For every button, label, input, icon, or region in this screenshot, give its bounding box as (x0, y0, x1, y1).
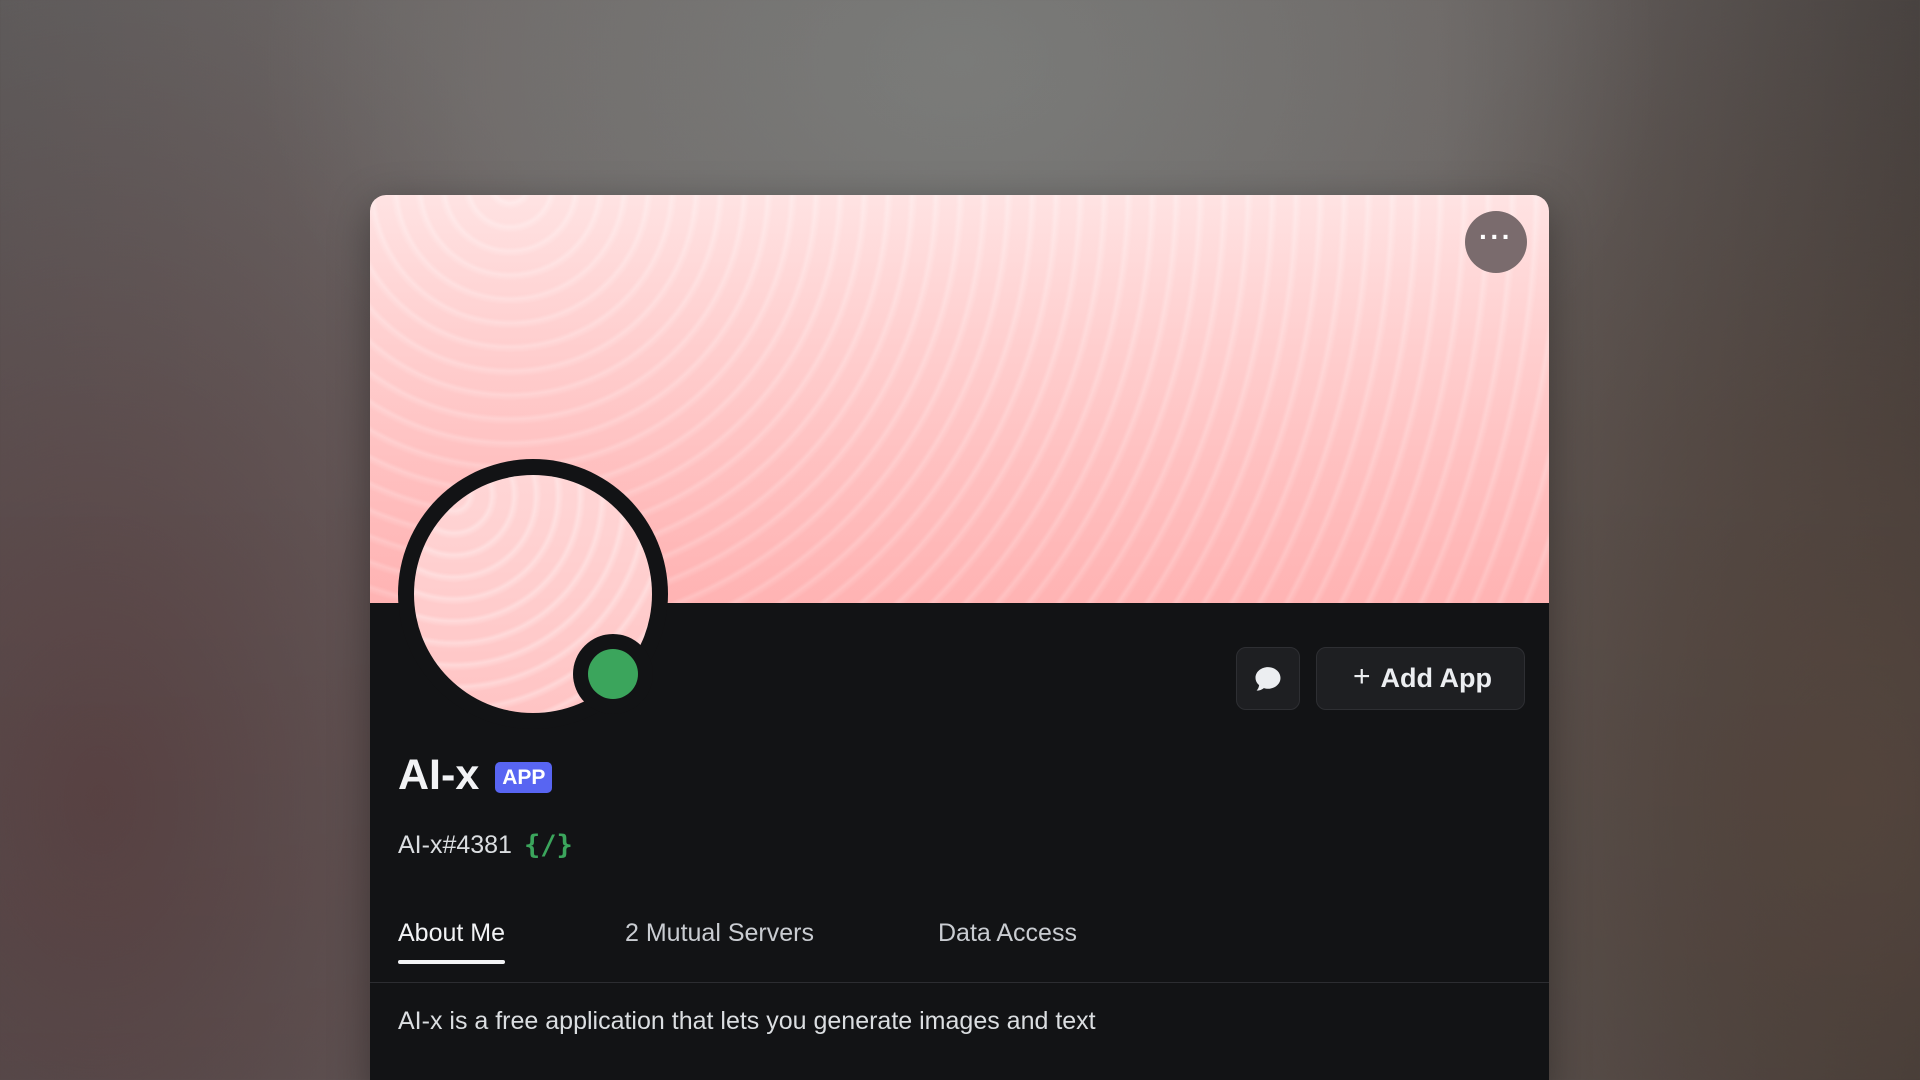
profile-tabs: About Me 2 Mutual Servers Data Access (370, 905, 1549, 983)
username-row: AI-x#4381 {/} (398, 830, 573, 861)
tab-mutual-servers[interactable]: 2 Mutual Servers (625, 919, 814, 964)
name-row: AI-x APP (398, 751, 553, 800)
add-app-button[interactable]: + Add App (1316, 647, 1525, 710)
about-me-text: AI-x is a free application that lets you… (398, 1007, 1096, 1035)
profile-actions: + Add App (1236, 647, 1525, 710)
tab-about-me[interactable]: About Me (398, 919, 506, 964)
status-indicator (573, 634, 653, 714)
tab-data-access[interactable]: Data Access (938, 919, 1077, 964)
app-badge: APP (495, 762, 553, 793)
message-button[interactable] (1236, 647, 1300, 710)
username-tag: AI-x#4381 (398, 831, 512, 859)
avatar-container[interactable] (398, 459, 668, 729)
slash-commands-icon[interactable]: {/} (524, 830, 573, 861)
online-status-icon (588, 649, 638, 699)
ellipsis-icon: ··· (1479, 221, 1513, 252)
profile-card: ··· + Add App AI-x APP AI-x#4381 {/} Abo… (370, 195, 1549, 1080)
plus-icon: + (1353, 660, 1371, 693)
more-options-button[interactable]: ··· (1465, 211, 1527, 273)
add-app-label: Add App (1380, 663, 1492, 693)
chat-bubble-icon (1255, 666, 1281, 691)
display-name: AI-x (398, 751, 480, 799)
